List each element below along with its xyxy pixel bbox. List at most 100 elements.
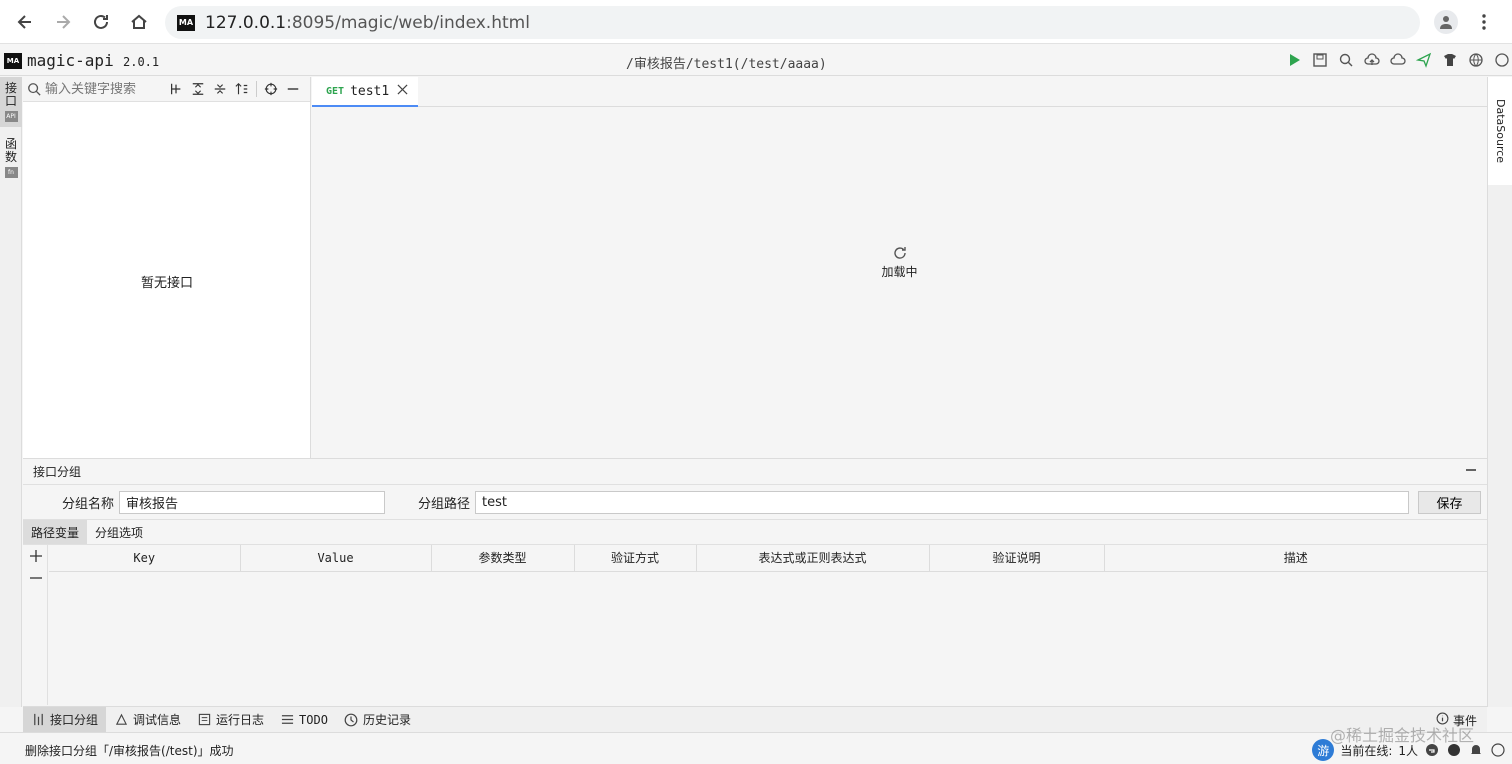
arrow-left-icon (17, 14, 31, 29)
group-path-input[interactable] (475, 490, 1410, 514)
group-name-label: 分组名称 (62, 496, 115, 512)
search-icon (25, 80, 43, 98)
site-favicon: MA (177, 14, 195, 31)
tab-path-variables[interactable]: 路径变量 (23, 520, 88, 544)
function-icon: fn (4, 167, 18, 178)
sidebar-tab-label: 接口 (5, 81, 18, 108)
minimize-icon[interactable] (1465, 464, 1477, 479)
column-header: Value (240, 545, 432, 572)
group-name-input[interactable] (119, 490, 386, 514)
status-message: 删除接口分组「/审核报告(/test)」成功 (25, 744, 234, 758)
theme-icon[interactable] (1440, 50, 1460, 70)
sidebar-tab-datasource[interactable]: DataSource (1488, 77, 1512, 185)
log-icon (197, 713, 211, 727)
history-icon (344, 713, 358, 727)
path-variables-table-area: Key Value 参数类型 验证方式 表达式或正则表达式 验证说明 描述 (23, 545, 1487, 705)
browser-menu-button[interactable] (1474, 10, 1494, 34)
list-icon (280, 713, 294, 727)
api-icon: API (4, 111, 18, 122)
help-icon[interactable] (1490, 742, 1506, 758)
editor-tab-strip: GET test1 (312, 77, 1487, 107)
tab-api-group[interactable]: 接口分组 (23, 707, 107, 732)
search-row (23, 77, 310, 102)
tab-group-options[interactable]: 分组选项 (87, 520, 151, 544)
person-icon (1440, 16, 1452, 29)
home-button[interactable] (120, 0, 158, 44)
bottom-tool-tabs: 接口分组 调试信息 运行日志 TODO 历史记录 事件 (23, 706, 1487, 732)
reload-icon (94, 14, 108, 29)
sidebar-tab-label: 函数 (5, 137, 18, 164)
profile-button[interactable] (1434, 10, 1458, 34)
tab-label: TODO (299, 712, 328, 727)
tab-label: 运行日志 (216, 713, 265, 727)
editor-area: GET test1 加载中 (312, 77, 1487, 458)
empty-state-text: 暂无接口 (140, 276, 193, 291)
url-text: 127.0.0.1:8095/magic/web/index.html (205, 13, 530, 33)
minimize-icon[interactable] (282, 78, 304, 100)
tab-history[interactable]: 历史记录 (336, 707, 419, 732)
collapse-all-icon[interactable] (209, 78, 231, 100)
right-sidebar-tabs: DataSource (1487, 77, 1512, 707)
group-path-label: 分组路径 (418, 496, 471, 512)
back-button[interactable] (6, 0, 44, 44)
send-icon[interactable] (1414, 50, 1434, 70)
forward-button[interactable] (44, 0, 82, 44)
reload-button[interactable] (82, 0, 120, 44)
address-bar[interactable]: MA 127.0.0.1:8095/magic/web/index.html (165, 6, 1420, 39)
tab-debug-info[interactable]: 调试信息 (106, 707, 189, 732)
arrow-right-icon (57, 14, 71, 29)
url-host: 127.0.0.1 (205, 12, 287, 33)
datasource-label: DataSource (1494, 98, 1507, 164)
language-icon[interactable] (1466, 50, 1486, 70)
group-settings-panel: 接口分组 分组名称 分组路径 保存 路径变量 分组选项 Key Value (23, 458, 1487, 706)
run-icon[interactable] (1284, 50, 1304, 70)
tab-run-log[interactable]: 运行日志 (189, 707, 272, 732)
save-icon[interactable] (1310, 50, 1330, 70)
tab-todo[interactable]: TODO (272, 707, 336, 732)
upload-icon[interactable] (1362, 50, 1382, 70)
panel-title: 接口分组 (33, 465, 82, 479)
sidebar-tab-api[interactable]: 接口 API (0, 77, 22, 127)
tab-label: 历史记录 (362, 713, 411, 727)
cloud-push-icon[interactable] (1388, 50, 1408, 70)
search-icon[interactable] (1336, 50, 1356, 70)
group-form: 分组名称 分组路径 (23, 485, 1487, 519)
column-header: Key (49, 545, 241, 572)
api-tree-panel: 暂无接口 (23, 77, 311, 458)
group-sub-tabs: 路径变量 分组选项 (23, 519, 1487, 545)
browser-toolbar: MA 127.0.0.1:8095/magic/web/index.html (0, 0, 1512, 44)
expand-all-icon[interactable] (187, 78, 209, 100)
tab-label: 调试信息 (133, 713, 182, 727)
add-group-icon[interactable] (165, 78, 187, 100)
search-input[interactable] (45, 81, 165, 97)
watermark: @稀土掘金技术社区 (1330, 726, 1475, 745)
column-header: 表达式或正则表达式 (696, 545, 930, 572)
sort-icon[interactable] (231, 78, 253, 100)
left-sidebar-tabs: 接口 API 函数 fn (0, 77, 22, 707)
close-icon[interactable] (397, 83, 408, 99)
header-toolbar (1284, 50, 1512, 70)
row-tools (23, 545, 48, 705)
column-header: 参数类型 (431, 545, 575, 572)
breadcrumb: /审核报告/test1(/test/aaaa) (626, 57, 827, 72)
loading-indicator: 加载中 (312, 245, 1487, 280)
bug-icon (114, 713, 128, 727)
sidebar-tab-functions[interactable]: 函数 fn (0, 133, 22, 183)
add-row-icon[interactable] (23, 545, 48, 567)
spinner-icon (893, 247, 906, 259)
remove-row-icon[interactable] (23, 567, 48, 589)
app-header: MA magic-api 2.0.1 /审核报告/test1(/test/aaa… (0, 44, 1512, 76)
tab-test1[interactable]: GET test1 (312, 77, 419, 107)
info-icon[interactable] (1492, 50, 1512, 70)
column-header: 验证说明 (929, 545, 1105, 572)
group-icon (31, 713, 45, 727)
app-name: magic-api (27, 51, 114, 70)
url-path: :8095/magic/web/index.html (286, 12, 530, 33)
divider (256, 81, 257, 97)
loading-text: 加载中 (881, 265, 918, 279)
tab-label: 接口分组 (50, 713, 99, 727)
save-button[interactable]: 保存 (1418, 491, 1481, 514)
kebab-menu-icon (1482, 14, 1486, 30)
locate-icon[interactable] (260, 78, 282, 100)
app-logo: MA (4, 53, 22, 69)
